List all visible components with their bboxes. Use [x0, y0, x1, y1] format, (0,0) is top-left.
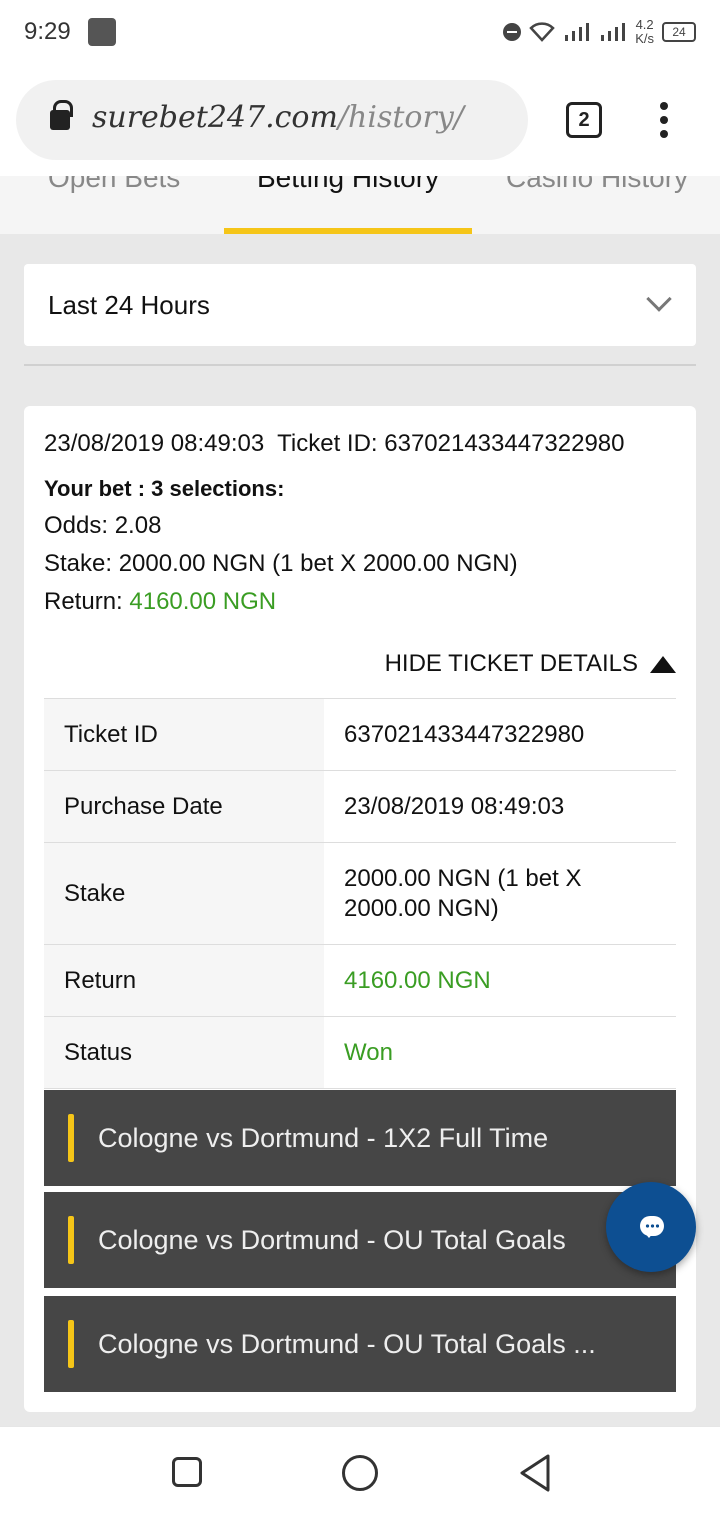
status-time: 9:29 [24, 18, 71, 45]
network-speed-value: 4.2 [635, 17, 654, 32]
ticket-card: 23/08/2019 08:49:03 Ticket ID: 637021433… [24, 406, 696, 1412]
home-icon[interactable] [342, 1455, 378, 1491]
ticket-odds: Odds: 2.08 [44, 512, 162, 539]
hide-details-label: HIDE TICKET DETAILS [384, 650, 638, 677]
return-label: Return: [44, 588, 130, 615]
table-row: Ticket ID 637021433447322980 [44, 699, 676, 771]
ticket-id-line: Ticket ID: 637021433447322980 [277, 430, 625, 457]
url-text[interactable]: surebet247.com/history/ [92, 100, 464, 135]
selection-item[interactable]: Cologne vs Dortmund - OU Total Goals [44, 1192, 676, 1288]
ticket-date: 23/08/2019 08:49:03 [44, 430, 265, 457]
divider [24, 364, 696, 366]
detail-label: Status [44, 1017, 324, 1088]
battery-icon: 24 [662, 22, 696, 42]
detail-label: Purchase Date [44, 771, 324, 842]
do-not-disturb-icon [503, 23, 522, 41]
selection-item[interactable]: Cologne vs Dortmund - OU Total Goals ... [44, 1296, 676, 1392]
selection-label: Cologne vs Dortmund - OU Total Goals [98, 1225, 566, 1255]
ticket-details-table: Ticket ID 637021433447322980 Purchase Da… [44, 698, 676, 1089]
history-tabs: Open Bets Betting History Casino History [0, 176, 720, 234]
url-domain: surebet247.com [92, 100, 338, 135]
ticket-return: Return: 4160.00 NGN [44, 588, 276, 616]
table-row: Purchase Date 23/08/2019 08:49:03 [44, 771, 676, 843]
selection-accent [68, 1114, 74, 1162]
detail-label: Stake [44, 843, 324, 944]
lock-icon [50, 100, 73, 130]
selection-label: Cologne vs Dortmund - 1X2 Full Time [98, 1123, 549, 1153]
network-speed-unit: K/s [635, 31, 654, 46]
detail-value: 2000.00 NGN (1 bet X 2000.00 NGN) [344, 864, 582, 922]
address-bar[interactable]: surebet247.com/history/ [16, 80, 528, 160]
period-selected-value: Last 24 Hours [48, 290, 210, 320]
url-path: /history/ [337, 100, 464, 135]
table-row: Stake 2000.00 NGN (1 bet X 2000.00 NGN) [44, 843, 676, 945]
selection-accent [68, 1216, 74, 1264]
detail-value: 23/08/2019 08:49:03 [344, 792, 565, 820]
network-speed: 4.2 K/s [635, 18, 654, 46]
chat-button[interactable] [606, 1182, 696, 1272]
ticket-stake: Stake: 2000.00 NGN (1 bet X 2000.00 NGN) [44, 550, 518, 577]
signal-icon-2 [601, 23, 626, 41]
tab-switcher-button[interactable]: 2 [566, 102, 602, 138]
triangle-up-icon [650, 655, 676, 673]
wifi-icon [529, 22, 555, 42]
notification-app-icon [88, 18, 116, 46]
tab-betting-history[interactable]: Betting History [224, 176, 472, 234]
browser-toolbar: surebet247.com/history/ 2 [0, 64, 720, 176]
selection-label: Cologne vs Dortmund - OU Total Goals ... [98, 1329, 596, 1359]
back-icon[interactable] [518, 1453, 552, 1493]
browser-menu-icon[interactable] [654, 102, 674, 138]
selection-item[interactable]: Cologne vs Dortmund - 1X2 Full Time [44, 1090, 676, 1186]
detail-label: Ticket ID [44, 699, 324, 770]
hide-ticket-details-button[interactable]: HIDE TICKET DETAILS [385, 650, 676, 678]
selection-accent [68, 1320, 74, 1368]
tab-casino-history[interactable]: Casino History [506, 176, 688, 234]
return-value: 4160.00 NGN [129, 588, 277, 615]
detail-value: 637021433447322980 [344, 720, 585, 748]
signal-icon-1 [565, 23, 590, 41]
screen: 9:29 4.2 K/s 24 surebet247.com/history/ … [0, 0, 720, 1520]
tab-open-bets[interactable]: Open Bets [48, 176, 180, 234]
detail-value: 4160.00 NGN [344, 966, 491, 994]
status-value: Won [344, 1038, 393, 1066]
navigation-bar [0, 1426, 720, 1520]
status-icons: 4.2 K/s 24 [503, 16, 696, 48]
period-dropdown[interactable]: Last 24 Hours [24, 264, 696, 346]
table-row: Return 4160.00 NGN [44, 945, 676, 1017]
chevron-down-icon [646, 286, 672, 312]
detail-label: Return [44, 945, 324, 1016]
table-row: Status Won [44, 1017, 676, 1089]
recents-icon[interactable] [172, 1457, 202, 1487]
chat-dots [645, 1224, 659, 1228]
status-bar: 9:29 4.2 K/s 24 [0, 0, 720, 64]
ticket-header: 23/08/2019 08:49:03 Ticket ID: 637021433… [44, 430, 625, 458]
your-bet-summary: Your bet : 3 selections: [44, 476, 285, 501]
